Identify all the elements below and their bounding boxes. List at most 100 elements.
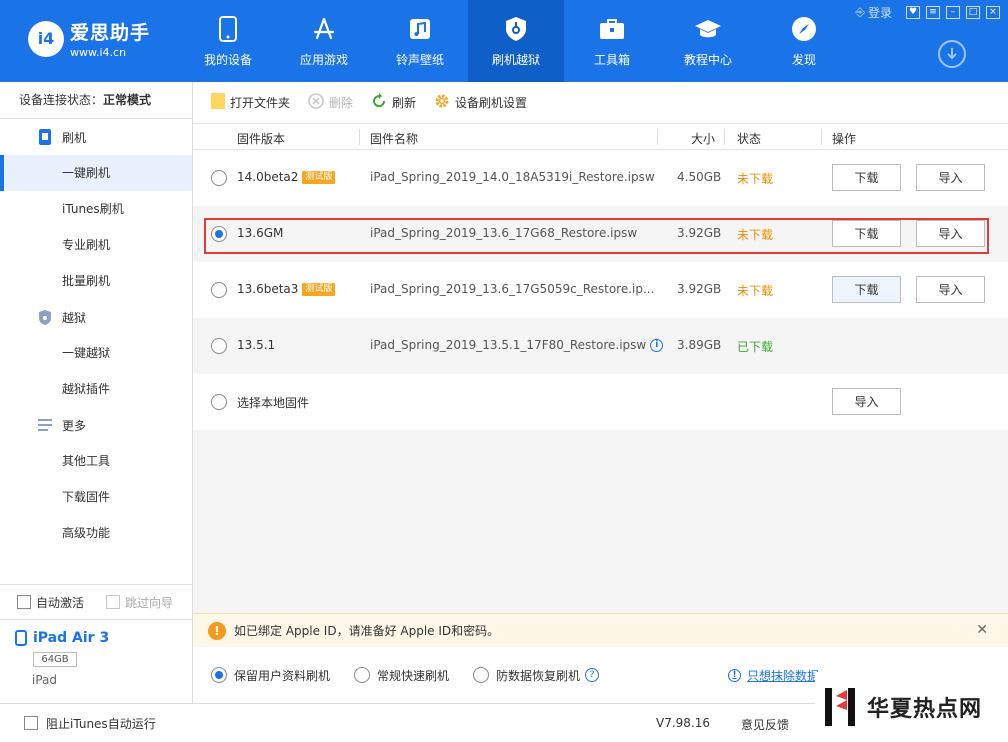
skin-icon[interactable]: ♥	[906, 6, 920, 19]
block-itunes-checkbox[interactable]	[24, 716, 38, 730]
nav-label: 应用游戏	[299, 53, 348, 67]
close-notice-icon[interactable]: ✕	[976, 622, 988, 638]
download-manager-icon[interactable]	[938, 40, 966, 68]
music-icon	[405, 14, 435, 44]
delete-button[interactable]: 删除	[308, 93, 353, 112]
sidebar-item-other-tools[interactable]: 其他工具	[0, 443, 192, 479]
watermark-logo-icon	[825, 688, 855, 726]
sidebar: 设备连接状态：正常模式 刷机 一键刷机 iTunes刷机 专业刷机 批量刷机 越…	[0, 82, 193, 742]
section-label: 越狱	[62, 310, 87, 325]
firmware-status: 未下载	[737, 228, 774, 242]
import-button[interactable]: 导入	[916, 164, 985, 191]
firmware-radio[interactable]	[211, 226, 227, 242]
sidebar-section-jailbreak[interactable]: 越狱	[0, 299, 192, 335]
table-row[interactable]: 13.6beta3 测试版 iPad_Spring_2019_13.6_17G50…	[193, 262, 1008, 318]
nav-label: 我的设备	[203, 53, 252, 67]
nav-apps-games[interactable]: 应用游戏	[276, 0, 372, 82]
table-row-local[interactable]: 选择本地固件 导入	[193, 374, 1008, 430]
header-size: 大小	[691, 132, 716, 146]
sidebar-item-jailbreak-plugins[interactable]: 越狱插件	[0, 371, 192, 407]
sidebar-item-itunes-flash[interactable]: iTunes刷机	[0, 191, 192, 227]
download-button[interactable]: 下载	[832, 220, 901, 247]
import-button[interactable]: 导入	[916, 220, 985, 247]
firmware-radio[interactable]	[211, 394, 227, 410]
firmware-status: 未下载	[737, 284, 774, 298]
help-icon[interactable]: ?	[585, 668, 600, 682]
table-empty-area	[193, 430, 1008, 613]
info-icon: !	[728, 669, 741, 682]
sidebar-item-one-click-flash[interactable]: 一键刷机	[0, 155, 192, 191]
nav-my-device[interactable]: 我的设备	[180, 0, 276, 82]
auto-activate-label: 自动激活	[36, 595, 85, 610]
device-capacity: 64GB	[33, 652, 77, 667]
shield-lock-icon	[501, 14, 531, 44]
info-icon[interactable]: i	[650, 338, 664, 352]
firmware-size: 4.50GB	[677, 170, 722, 184]
header-action: 操作	[832, 132, 857, 146]
mode-label: 保留用户资料刷机	[234, 668, 331, 683]
firmware-radio[interactable]	[211, 170, 227, 186]
login-link[interactable]: ⎆ 登录	[855, 4, 892, 21]
flash-settings-button[interactable]: 设备刷机设置	[434, 93, 527, 112]
table-row-selected[interactable]: 13.6GM iPad_Spring_2019_13.6_17G68_Resto…	[193, 206, 1008, 262]
firmware-name: iPad_Spring_2019_14.0_18A5319i_Restore.i…	[370, 170, 655, 184]
nav-discover[interactable]: 发现	[756, 0, 852, 82]
warning-icon: !	[208, 621, 226, 640]
header-version: 固件版本	[237, 132, 286, 146]
firmware-radio[interactable]	[211, 338, 227, 354]
nav-flash-jailbreak[interactable]: 刷机越狱	[468, 0, 564, 82]
download-button[interactable]: 下载	[832, 164, 901, 191]
notice-text: 如已绑定 Apple ID，请准备好 Apple ID和密码。	[234, 624, 500, 638]
device-info: iPad Air 3 64GB iPad	[0, 620, 192, 687]
toolbox-icon	[597, 14, 627, 44]
login-icon: ⎆	[855, 5, 865, 19]
minimize-button[interactable]: –	[946, 6, 960, 19]
logo-badge: i4	[28, 20, 64, 57]
menu-icon[interactable]: ≡	[926, 6, 940, 19]
import-button[interactable]: 导入	[916, 276, 985, 303]
download-button[interactable]: 下载	[832, 276, 901, 303]
firmware-name: iPad_Spring_2019_13.6_17G68_Restore.ipsw	[370, 226, 638, 240]
feedback-link[interactable]: 意见反馈	[741, 716, 789, 733]
sidebar-section-flash[interactable]: 刷机	[0, 119, 192, 155]
firmware-version: 13.5.1	[237, 338, 276, 352]
mode-radio[interactable]	[473, 667, 490, 683]
connection-status: 设备连接状态：正常模式	[0, 82, 192, 119]
open-folder-button[interactable]: 打开文件夹	[211, 93, 290, 112]
firmware-table-header: 固件版本 固件名称 大小 状态 操作	[193, 123, 1008, 150]
sidebar-section-more[interactable]: 更多	[0, 407, 192, 443]
table-row[interactable]: 13.5.1 iPad_Spring_2019_13.5.1_17F80_Res…	[193, 318, 1008, 374]
maximize-button[interactable]: □	[966, 6, 980, 19]
status-label: 设备连接状态：	[19, 93, 104, 107]
skip-guide-checkbox[interactable]	[106, 595, 121, 609]
nav-toolbox[interactable]: 工具箱	[564, 0, 660, 82]
gear-icon	[434, 93, 450, 112]
table-row[interactable]: 14.0beta2 测试版 iPad_Spring_2019_14.0_18A53…	[193, 150, 1008, 206]
app-version: V7.98.16	[656, 716, 711, 730]
main-nav: 我的设备 应用游戏 铃声壁纸 刷机越狱 工具箱 教程中心 发现	[180, 0, 852, 82]
firmware-radio[interactable]	[211, 282, 227, 298]
sidebar-item-download-firmware[interactable]: 下载固件	[0, 479, 192, 515]
firmware-size: 3.92GB	[677, 282, 722, 296]
sidebar-item-batch-flash[interactable]: 批量刷机	[0, 263, 192, 299]
erase-data-link[interactable]: ! 只想抹除数据	[728, 667, 819, 684]
mode-label: 常规快速刷机	[377, 668, 450, 683]
sidebar-item-one-click-jailbreak[interactable]: 一键越狱	[0, 335, 192, 371]
flash-phone-icon	[36, 128, 54, 146]
nav-ringtones[interactable]: 铃声壁纸	[372, 0, 468, 82]
nav-tutorials[interactable]: 教程中心	[660, 0, 756, 82]
mode-radio[interactable]	[211, 667, 227, 683]
close-button[interactable]: ×	[986, 6, 1000, 19]
app-name: 爱思助手	[70, 22, 151, 44]
import-local-button[interactable]: 导入	[832, 388, 901, 415]
mode-radio[interactable]	[354, 667, 371, 683]
mode-keep-data[interactable]: 保留用户资料刷机	[211, 667, 330, 684]
auto-activate-checkbox[interactable]	[17, 595, 31, 609]
firmware-version: 13.6GM	[237, 226, 284, 240]
sidebar-item-pro-flash[interactable]: 专业刷机	[0, 227, 192, 263]
mode-anti-recovery[interactable]: 防数据恢复刷机 ?	[473, 667, 600, 684]
sidebar-item-advanced[interactable]: 高级功能	[0, 515, 192, 551]
nav-label: 铃声壁纸	[395, 53, 444, 67]
mode-quick[interactable]: 常规快速刷机	[354, 667, 449, 684]
refresh-button[interactable]: 刷新	[371, 93, 416, 112]
